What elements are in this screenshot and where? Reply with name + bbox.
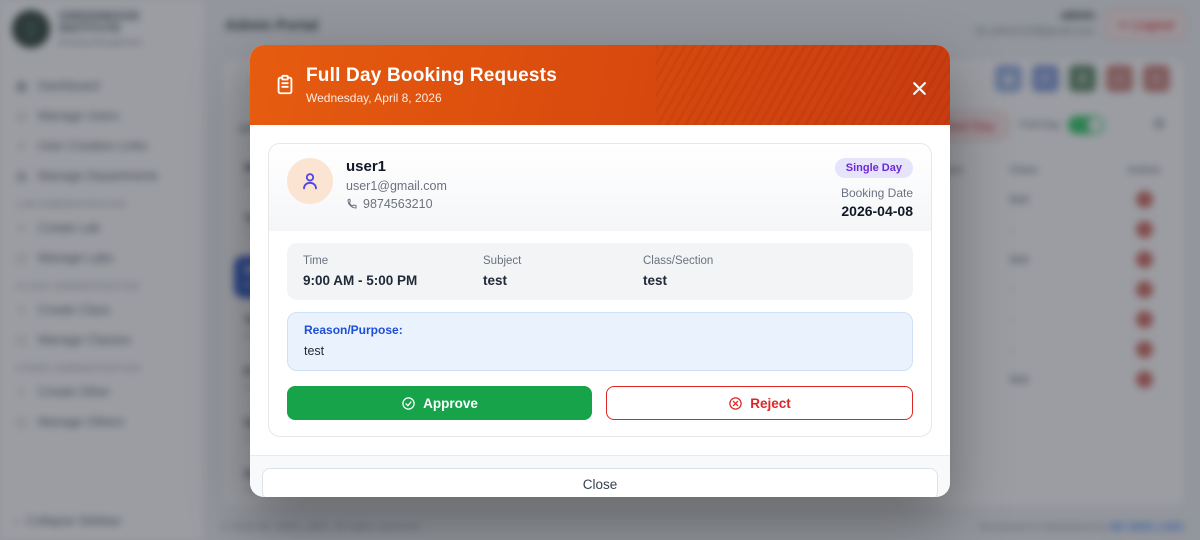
booking-date-label: Booking Date [840, 186, 913, 200]
modal-footer: Close [250, 455, 950, 497]
phone-number: 9874563210 [363, 197, 433, 211]
modal-body: user1 user1@gmail.com 9874563210 Single … [250, 125, 950, 455]
full-day-booking-modal: Full Day Booking Requests Wednesday, Apr… [250, 45, 950, 497]
reason-box: Reason/Purpose: test [287, 312, 913, 371]
avatar [287, 158, 333, 204]
booking-date-value: 2026-04-08 [841, 203, 913, 219]
modal-title: Full Day Booking Requests [306, 65, 557, 86]
reason-text: test [304, 344, 325, 358]
requester-phone: 9874563210 [346, 197, 447, 211]
person-icon [303, 173, 317, 190]
check-circle-icon [402, 396, 415, 410]
class-section-value: test [643, 273, 668, 288]
class-section-label: Class/Section [643, 255, 714, 267]
booking-request-card: user1 user1@gmail.com 9874563210 Single … [268, 143, 932, 437]
close-button[interactable]: Close [262, 468, 938, 497]
reject-button[interactable]: Reject [606, 386, 913, 420]
modal-date: Wednesday, April 8, 2026 [306, 91, 442, 105]
x-circle-icon [729, 396, 742, 410]
approve-button[interactable]: Approve [287, 386, 592, 420]
single-day-badge: Single Day [834, 158, 913, 178]
modal-header: Full Day Booking Requests Wednesday, Apr… [250, 45, 950, 125]
reject-label: Reject [750, 395, 791, 411]
requester-email: user1@gmail.com [346, 179, 447, 193]
action-buttons: Approve Reject [287, 386, 913, 420]
phone-icon [347, 198, 357, 209]
close-icon[interactable] [906, 75, 932, 101]
requester-name: user1 [346, 158, 387, 175]
subject-value: test [483, 273, 508, 288]
reason-label: Reason/Purpose: [304, 323, 403, 337]
subject-label: Subject [483, 255, 522, 267]
time-value: 9:00 AM - 5:00 PM [303, 273, 418, 288]
booking-details: Time 9:00 AM - 5:00 PM Subject test Clas… [287, 243, 913, 300]
clipboard-icon [274, 74, 296, 96]
screen: GREENWOOD INSTITUTE Booking Management ▦… [0, 0, 1200, 540]
request-header: user1 user1@gmail.com 9874563210 Single … [269, 144, 931, 231]
time-label: Time [303, 255, 329, 267]
approve-label: Approve [423, 395, 478, 411]
